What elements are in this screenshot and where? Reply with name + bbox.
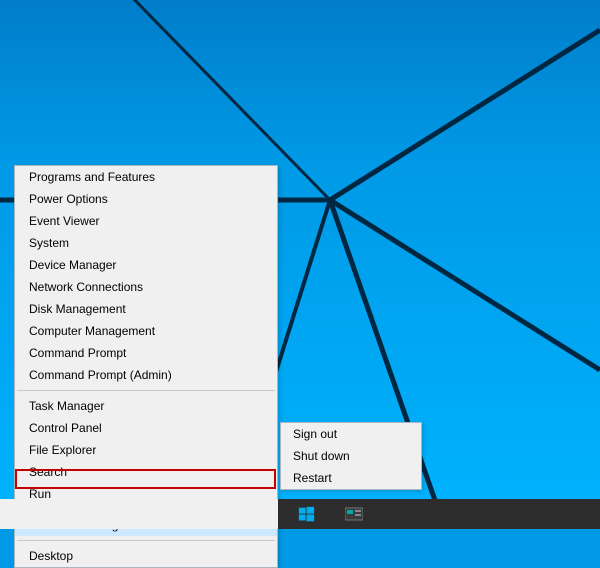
menu-item-computer-management[interactable]: Computer Management xyxy=(15,320,277,342)
menu-item-label: Device Manager xyxy=(29,258,116,272)
windows-logo-icon xyxy=(298,506,315,523)
menu-item-label: Sign out xyxy=(293,427,337,441)
menu-item-desktop[interactable]: Desktop xyxy=(15,545,277,567)
menu-item-event-viewer[interactable]: Event Viewer xyxy=(15,210,277,232)
menu-item-task-manager[interactable]: Task Manager xyxy=(15,395,277,417)
menu-item-label: Control Panel xyxy=(29,421,102,435)
start-button[interactable] xyxy=(284,501,328,527)
menu-item-label: File Explorer xyxy=(29,443,96,457)
menu-separator xyxy=(17,390,275,391)
menu-item-programs-and-features[interactable]: Programs and Features xyxy=(15,166,277,188)
taskbar xyxy=(0,499,600,529)
menu-item-label: Computer Management xyxy=(29,324,155,338)
menu-item-label: Command Prompt (Admin) xyxy=(29,368,172,382)
menu-item-label: Network Connections xyxy=(29,280,143,294)
menu-item-network-connections[interactable]: Network Connections xyxy=(15,276,277,298)
menu-item-command-prompt[interactable]: Command Prompt xyxy=(15,342,277,364)
menu-item-search[interactable]: Search xyxy=(15,461,277,483)
menu-item-label: Disk Management xyxy=(29,302,126,316)
menu-item-file-explorer[interactable]: File Explorer xyxy=(15,439,277,461)
menu-item-power-options[interactable]: Power Options xyxy=(15,188,277,210)
taskbar-obscured-area xyxy=(0,499,278,529)
menu-item-label: Command Prompt xyxy=(29,346,126,360)
submenu-item-restart[interactable]: Restart xyxy=(281,467,421,489)
menu-item-command-prompt-admin[interactable]: Command Prompt (Admin) xyxy=(15,364,277,386)
menu-item-label: Event Viewer xyxy=(29,214,99,228)
shutdown-submenu: Sign out Shut down Restart xyxy=(280,422,422,490)
server-manager-icon xyxy=(345,506,363,522)
menu-item-label: Desktop xyxy=(29,549,73,563)
taskbar-app-button[interactable] xyxy=(332,501,376,527)
menu-item-label: Task Manager xyxy=(29,399,104,413)
menu-item-label: Search xyxy=(29,465,67,479)
menu-item-control-panel[interactable]: Control Panel xyxy=(15,417,277,439)
menu-item-label: Shut down xyxy=(293,449,350,463)
menu-separator xyxy=(17,540,275,541)
menu-item-system[interactable]: System xyxy=(15,232,277,254)
menu-item-label: Restart xyxy=(293,471,332,485)
submenu-item-sign-out[interactable]: Sign out xyxy=(281,423,421,445)
menu-item-device-manager[interactable]: Device Manager xyxy=(15,254,277,276)
menu-item-label: Power Options xyxy=(29,192,108,206)
submenu-item-shut-down[interactable]: Shut down xyxy=(281,445,421,467)
menu-item-label: Programs and Features xyxy=(29,170,155,184)
menu-item-disk-management[interactable]: Disk Management xyxy=(15,298,277,320)
menu-item-label: System xyxy=(29,236,69,250)
